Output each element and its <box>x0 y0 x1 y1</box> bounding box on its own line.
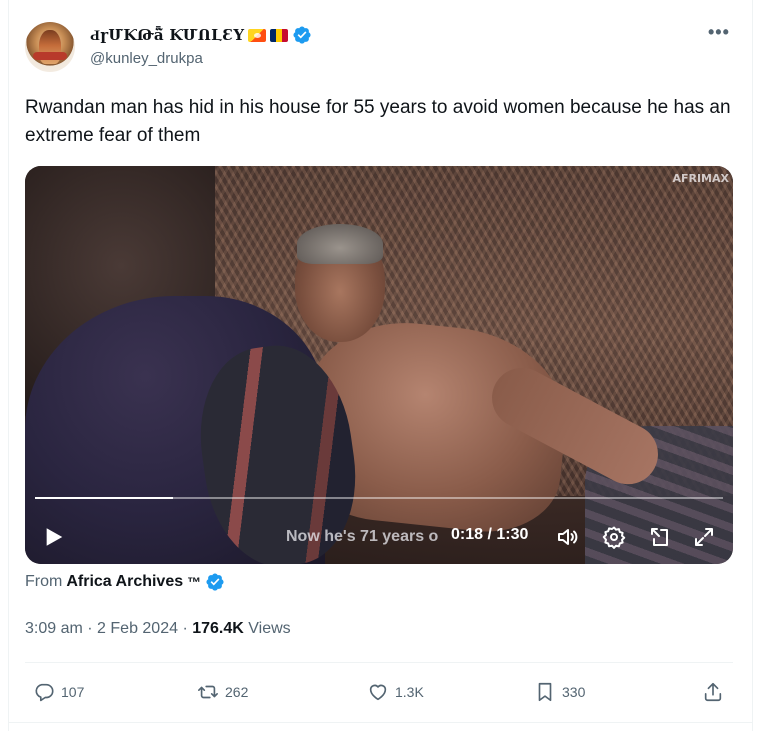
bhutan-flag-icon <box>248 28 267 42</box>
actions-divider <box>25 662 733 663</box>
tweet-bottom-border <box>9 722 753 723</box>
bookmark-button[interactable]: 330 <box>534 680 585 704</box>
play-icon[interactable] <box>43 526 65 548</box>
retweet-button[interactable]: 262 <box>197 680 248 704</box>
video-watermark: AFRIMAX <box>672 172 729 185</box>
retweet-count: 262 <box>225 684 249 700</box>
author-avatar[interactable] <box>25 22 75 72</box>
bookmark-icon <box>538 682 552 702</box>
video-source-attribution: From Africa Archives ™ <box>25 572 225 592</box>
share-button[interactable] <box>702 680 724 704</box>
video-time: 0:18 / 1:30 <box>451 526 529 543</box>
settings-icon[interactable] <box>602 525 626 549</box>
timeline-border-right <box>752 0 753 731</box>
share-icon <box>704 682 722 702</box>
video-frame-hair <box>297 224 383 264</box>
picture-in-picture-icon[interactable] <box>648 525 672 549</box>
source-trademark: ™ <box>187 574 202 590</box>
views-label: Views <box>248 620 291 637</box>
source-prefix: From <box>25 573 63 590</box>
heart-icon <box>369 684 387 701</box>
video-progress-fill <box>35 497 173 499</box>
meta-separator: · <box>182 620 188 637</box>
chad-flag-icon <box>270 28 289 42</box>
verified-badge-icon[interactable] <box>205 572 225 592</box>
meta-separator: · <box>87 620 93 637</box>
timeline-border-left <box>8 0 9 731</box>
video-subtitle: Now he's 71 years o <box>286 528 439 545</box>
verified-badge-icon[interactable] <box>292 25 312 45</box>
video-player[interactable]: AFRIMAX Now he's 71 years o 0:18 / 1:30 <box>25 166 733 564</box>
tweet-time[interactable]: 3:09 am <box>25 620 83 637</box>
author-name-row: ԀɼՄƘԹǟ̃ ƘՄՈԼƐY <box>90 24 312 46</box>
tweet-metadata: 3:09 am · 2 Feb 2024 · 176.4K Views <box>25 620 291 638</box>
views-count: 176.4K <box>192 620 244 637</box>
fullscreen-icon[interactable] <box>692 525 716 549</box>
bookmark-count: 330 <box>562 684 586 700</box>
reply-count: 107 <box>61 684 85 700</box>
reply-icon <box>35 683 54 702</box>
more-options-icon[interactable]: ••• <box>708 22 730 43</box>
source-name[interactable]: Africa Archives <box>66 573 183 591</box>
author-display-name[interactable]: ԀɼՄƘԹǟ̃ ƘՄՈԼƐY <box>90 26 244 45</box>
reply-button[interactable]: 107 <box>33 680 84 704</box>
volume-icon[interactable] <box>556 525 580 549</box>
author-handle[interactable]: @kunley_drukpa <box>90 50 203 67</box>
like-count: 1.3K <box>395 684 424 700</box>
tweet-date[interactable]: 2 Feb 2024 <box>97 620 178 637</box>
video-scrubber[interactable] <box>35 497 723 499</box>
retweet-icon <box>198 685 218 699</box>
tweet-text: Rwandan man has hid in his house for 55 … <box>25 97 731 146</box>
avatar-band <box>33 52 67 60</box>
like-button[interactable]: 1.3K <box>367 680 424 704</box>
